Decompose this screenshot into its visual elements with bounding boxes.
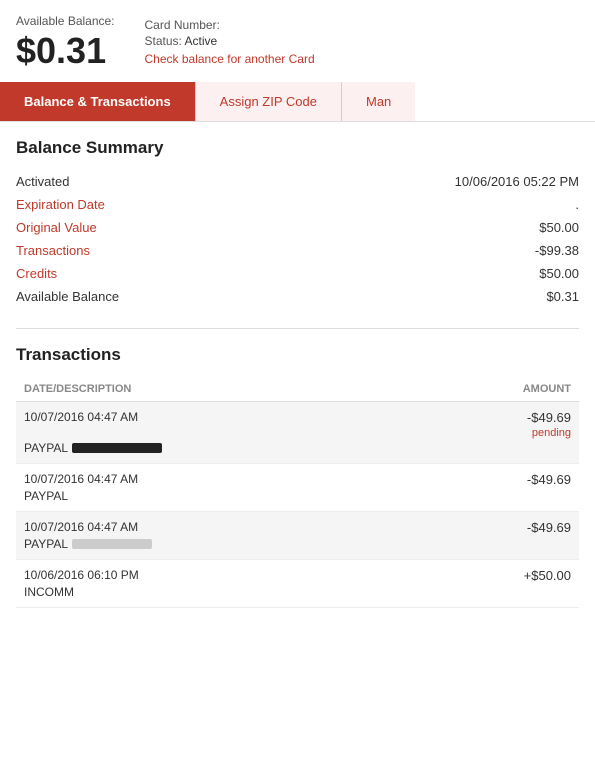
tab-bar: Balance & Transactions Assign ZIP Code M… (0, 82, 595, 122)
summary-row: Activated10/06/2016 05:22 PM (16, 170, 579, 193)
tx-date: 10/07/2016 04:47 AM (24, 472, 138, 486)
tx-date: 10/06/2016 06:10 PM (24, 568, 139, 582)
tx-amount: -$49.69 (527, 410, 571, 425)
summary-row: Transactions-$99.38 (16, 239, 579, 262)
balance-summary-table: Activated10/06/2016 05:22 PMExpiration D… (16, 170, 579, 308)
tx-amount: -$49.69 (527, 472, 571, 487)
summary-row: Expiration Date. (16, 193, 579, 216)
balance-amount: $0.31 (16, 30, 115, 72)
card-info: Card Number: Status: Active Check balanc… (145, 14, 315, 66)
tx-amount: -$49.69 (527, 520, 571, 535)
transactions-list: 10/07/2016 04:47 AM-$49.69pendingPAYPAL1… (16, 402, 579, 608)
tx-pending: pending (527, 427, 571, 439)
transaction-row: 10/07/2016 04:47 AM -$49.69 pending PAYPAL (16, 402, 579, 464)
tx-description: PAYPAL (24, 441, 571, 455)
main-content: Balance Summary Activated10/06/2016 05:2… (0, 122, 595, 624)
balance-summary-title: Balance Summary (16, 138, 579, 158)
transactions-col-headers: DATE/DESCRIPTION AMOUNT (16, 377, 579, 402)
card-status: Status: Active (145, 34, 315, 48)
header-area: Available Balance: $0.31 Card Number: St… (0, 0, 595, 82)
col-amount-header: AMOUNT (523, 383, 571, 395)
transaction-row: 10/06/2016 06:10 PM +$50.00 INCOMM (16, 560, 579, 608)
summary-row: Credits$50.00 (16, 262, 579, 285)
tx-description: INCOMM (24, 585, 571, 599)
status-label: Status: (145, 34, 182, 48)
tx-date: 10/07/2016 04:47 AM (24, 410, 138, 424)
balance-label: Available Balance: (16, 14, 115, 28)
section-divider (16, 328, 579, 329)
card-number-label: Card Number: (145, 18, 315, 32)
transactions-title: Transactions (16, 345, 579, 365)
tx-description: PAYPAL (24, 489, 571, 503)
summary-row: Original Value$50.00 (16, 216, 579, 239)
status-value: Active (185, 34, 218, 48)
tx-description: PAYPAL (24, 537, 571, 551)
tx-date: 10/07/2016 04:47 AM (24, 520, 138, 534)
redacted-bar (72, 539, 152, 549)
redacted-bar (72, 443, 162, 453)
tx-amount: +$50.00 (524, 568, 571, 583)
summary-row: Available Balance$0.31 (16, 285, 579, 308)
balance-block: Available Balance: $0.31 (16, 14, 115, 72)
transactions-section: Transactions DATE/DESCRIPTION AMOUNT 10/… (16, 345, 579, 608)
col-date-header: DATE/DESCRIPTION (24, 383, 131, 395)
tab-balance-transactions[interactable]: Balance & Transactions (0, 82, 195, 121)
check-balance-link[interactable]: Check balance for another Card (145, 52, 315, 66)
tab-assign-zip[interactable]: Assign ZIP Code (195, 82, 341, 121)
tab-manage[interactable]: Man (341, 82, 415, 121)
transaction-row: 10/07/2016 04:47 AM -$49.69 PAYPAL (16, 464, 579, 512)
transaction-row: 10/07/2016 04:47 AM -$49.69 PAYPAL (16, 512, 579, 560)
